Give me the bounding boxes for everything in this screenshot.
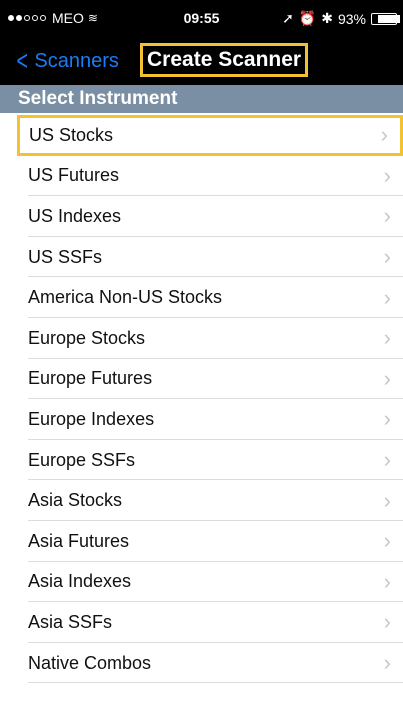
list-item-us-futures[interactable]: US Futures ›	[0, 156, 403, 197]
list-item-america-non-us-stocks[interactable]: America Non-US Stocks ›	[0, 277, 403, 318]
chevron-right-icon: ›	[380, 122, 388, 148]
list-item-label: US SSFs	[28, 246, 103, 267]
chevron-right-icon: ›	[383, 162, 391, 188]
list-item-asia-indexes[interactable]: Asia Indexes ›	[0, 562, 403, 603]
list-item-label: Asia Indexes	[28, 571, 132, 592]
alarm-icon: ⏰	[298, 10, 317, 26]
list-item-europe-indexes[interactable]: Europe Indexes ›	[0, 399, 403, 440]
chevron-right-icon: ›	[383, 650, 391, 676]
list-item-us-ssfs[interactable]: US SSFs ›	[0, 237, 403, 278]
instrument-list: US Stocks › US Futures › US Indexes › US…	[0, 115, 403, 683]
list-item-label: US Futures	[28, 165, 120, 186]
list-item-label: Europe Indexes	[28, 408, 155, 429]
chevron-right-icon: ›	[383, 609, 391, 635]
chevron-right-icon: ›	[383, 365, 391, 391]
list-item-native-combos[interactable]: Native Combos ›	[0, 643, 403, 684]
list-item-label: US Indexes	[28, 205, 122, 226]
list-item-europe-stocks[interactable]: Europe Stocks ›	[0, 318, 403, 359]
list-item-label: Asia Futures	[28, 530, 130, 551]
list-item-asia-futures[interactable]: Asia Futures ›	[0, 521, 403, 562]
list-item-us-stocks[interactable]: US Stocks ›	[17, 115, 403, 156]
list-item-us-indexes[interactable]: US Indexes ›	[0, 196, 403, 237]
list-item-label: Europe Stocks	[28, 327, 146, 348]
chevron-right-icon: ›	[383, 284, 391, 310]
chevron-right-icon: ›	[383, 406, 391, 432]
bluetooth-icon: ✱	[321, 10, 333, 26]
navigation-bar: < Scanners Create Scanner	[0, 37, 403, 85]
chevron-right-icon: ›	[383, 528, 391, 554]
list-item-label: America Non-US Stocks	[28, 287, 223, 308]
list-item-asia-stocks[interactable]: Asia Stocks ›	[0, 480, 403, 521]
list-item-label: Europe Futures	[28, 368, 153, 389]
page-title: Create Scanner	[140, 43, 309, 77]
chevron-right-icon: ›	[383, 487, 391, 513]
list-item-europe-ssfs[interactable]: Europe SSFs ›	[0, 440, 403, 481]
status-right: ➚ ⏰ ✱ 93%	[277, 10, 400, 27]
list-item-label: Asia Stocks	[28, 490, 123, 511]
list-item-label: Asia SSFs	[28, 611, 113, 632]
list-item-europe-futures[interactable]: Europe Futures ›	[0, 359, 403, 400]
list-item-asia-ssfs[interactable]: Asia SSFs ›	[0, 602, 403, 643]
chevron-right-icon: ›	[383, 447, 391, 473]
chevron-right-icon: ›	[383, 244, 391, 270]
chevron-right-icon: ›	[383, 325, 391, 351]
chevron-right-icon: ›	[383, 203, 391, 229]
list-item-label: US Stocks	[29, 124, 114, 145]
list-item-label: Native Combos	[28, 652, 152, 673]
location-icon: ➚	[282, 10, 294, 26]
list-item-label: Europe SSFs	[28, 449, 136, 470]
battery-icon	[371, 12, 400, 25]
battery-percent: 93%	[337, 10, 366, 27]
status-bar: MEO ≋ 09:55 ➚ ⏰ ✱ 93%	[0, 0, 403, 37]
section-header: Select Instrument	[0, 85, 403, 113]
chevron-right-icon: ›	[383, 568, 391, 594]
back-button[interactable]: < Scanners	[14, 45, 119, 76]
back-label: Scanners	[34, 49, 119, 72]
chevron-left-icon: <	[16, 45, 28, 76]
